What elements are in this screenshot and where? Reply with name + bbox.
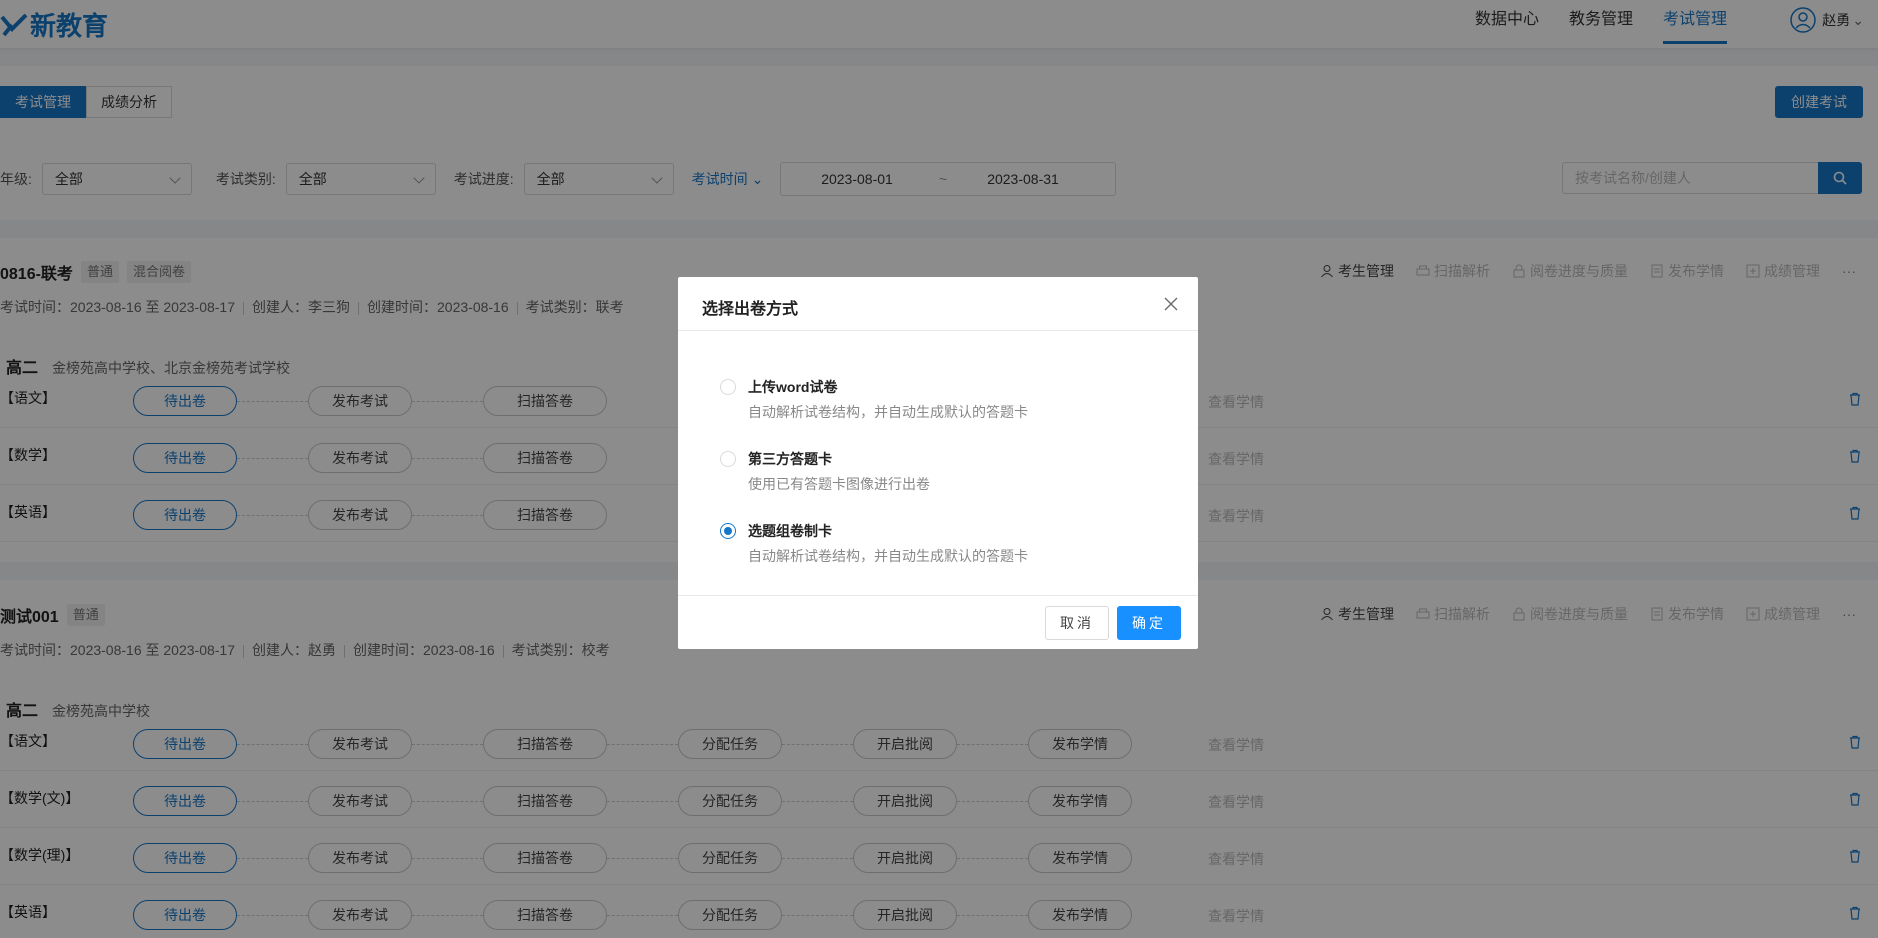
radio-third-party-card[interactable] <box>720 451 736 467</box>
close-icon[interactable] <box>1164 297 1178 311</box>
option-description: 自动解析试卷结构，并自动生成默认的答题卡 <box>748 548 1028 564</box>
cancel-button[interactable]: 取消 <box>1045 606 1109 640</box>
confirm-button[interactable]: 确定 <box>1117 606 1181 640</box>
radio-select-questions[interactable] <box>720 523 736 539</box>
option-description: 使用已有答题卡图像进行出卷 <box>748 476 930 492</box>
option-title: 第三方答题卡 <box>748 451 832 467</box>
option-description: 自动解析试卷结构，并自动生成默认的答题卡 <box>748 404 1028 420</box>
dialog-footer: 取消 确定 <box>678 595 1198 649</box>
dialog-title: 选择出卷方式 <box>702 301 799 318</box>
option-title: 上传word试卷 <box>748 379 838 395</box>
radio-upload-word[interactable] <box>720 379 736 395</box>
paper-method-dialog: 选择出卷方式 上传word试卷 自动解析试卷结构，并自动生成默认的答题卡 第三方… <box>678 277 1198 649</box>
dialog-header: 选择出卷方式 <box>678 277 1198 331</box>
option-title: 选题组卷制卡 <box>748 523 832 539</box>
